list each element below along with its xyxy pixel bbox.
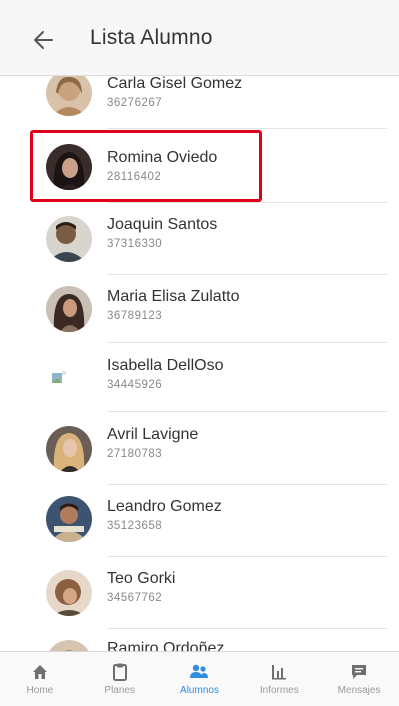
student-dni: 36789123: [107, 310, 163, 322]
tab-mensajes[interactable]: Mensajes: [319, 652, 399, 706]
tab-planes[interactable]: Planes: [80, 652, 160, 706]
student-name: Carla Gisel Gomez: [107, 75, 243, 92]
student-name: Maria Elisa Zulatto: [107, 288, 240, 305]
avatar: [46, 426, 92, 472]
student-dni: 34445926: [107, 379, 163, 391]
student-name: Ramiro Ordoñez: [107, 640, 225, 651]
student-name: Teo Gorki: [107, 570, 176, 587]
list-item[interactable]: Teo Gorki 34567762: [0, 558, 399, 629]
student-name: Avril Lavigne: [107, 426, 199, 443]
tab-label: Alumnos: [180, 685, 219, 696]
divider: [107, 628, 387, 629]
avatar: [46, 496, 92, 542]
avatar: [46, 144, 92, 190]
student-dni: 34567762: [107, 592, 163, 604]
list-item[interactable]: Maria Elisa Zulatto 36789123: [0, 276, 399, 346]
bar-chart-icon: [272, 665, 287, 680]
home-icon: [32, 665, 47, 679]
tab-informes[interactable]: Informes: [239, 652, 319, 706]
back-arrow-icon[interactable]: [30, 28, 56, 52]
list-item[interactable]: Leandro Gomez 35123658: [0, 486, 399, 557]
list-item[interactable]: Ramiro Ordoñez: [0, 630, 399, 651]
avatar: [46, 640, 92, 651]
tab-label: Home: [26, 685, 54, 696]
page-title: Lista Alumno: [90, 26, 213, 49]
list-item[interactable]: Joaquin Santos 37316330: [0, 204, 399, 275]
student-name: Leandro Gomez: [107, 498, 222, 515]
divider: [107, 484, 387, 485]
app-bar: Lista Alumno: [0, 0, 399, 76]
student-dni: 27180783: [107, 448, 163, 460]
tab-label: Informes: [259, 685, 299, 696]
student-dni: 35123658: [107, 520, 163, 532]
student-dni: 28116402: [107, 171, 162, 183]
message-icon: [352, 665, 367, 679]
tab-label: Mensajes: [337, 685, 381, 696]
list-item[interactable]: Romina Oviedo 28116402: [0, 132, 399, 203]
student-dni: 36276267: [107, 97, 163, 109]
divider: [107, 274, 387, 275]
student-name: Isabella DellOso: [107, 357, 224, 374]
tab-alumnos[interactable]: Alumnos: [160, 652, 240, 706]
student-dni: 37316330: [107, 238, 163, 250]
divider: [107, 411, 387, 412]
student-name: Romina Oviedo: [107, 149, 218, 166]
avatar-placeholder: [46, 357, 92, 403]
divider: [107, 556, 387, 557]
divider: [107, 202, 387, 203]
tab-home[interactable]: Home: [0, 652, 80, 706]
avatar: [46, 70, 92, 116]
bottom-tab-bar: Home Planes Alumnos Informes Mensajes: [0, 651, 399, 706]
list-item[interactable]: Isabella DellOso 34445926: [0, 345, 399, 415]
avatar: [46, 570, 92, 616]
divider: [107, 128, 387, 129]
tab-label: Planes: [104, 685, 135, 696]
list-item[interactable]: Avril Lavigne 27180783: [0, 414, 399, 485]
avatar: [46, 286, 92, 332]
student-list: Carla Gisel Gomez 36276267 Romina Oviedo…: [0, 62, 399, 651]
divider: [107, 342, 387, 343]
people-icon: [190, 664, 209, 678]
clipboard-icon: [112, 663, 127, 681]
student-name: Joaquin Santos: [107, 216, 218, 233]
avatar: [46, 216, 92, 262]
